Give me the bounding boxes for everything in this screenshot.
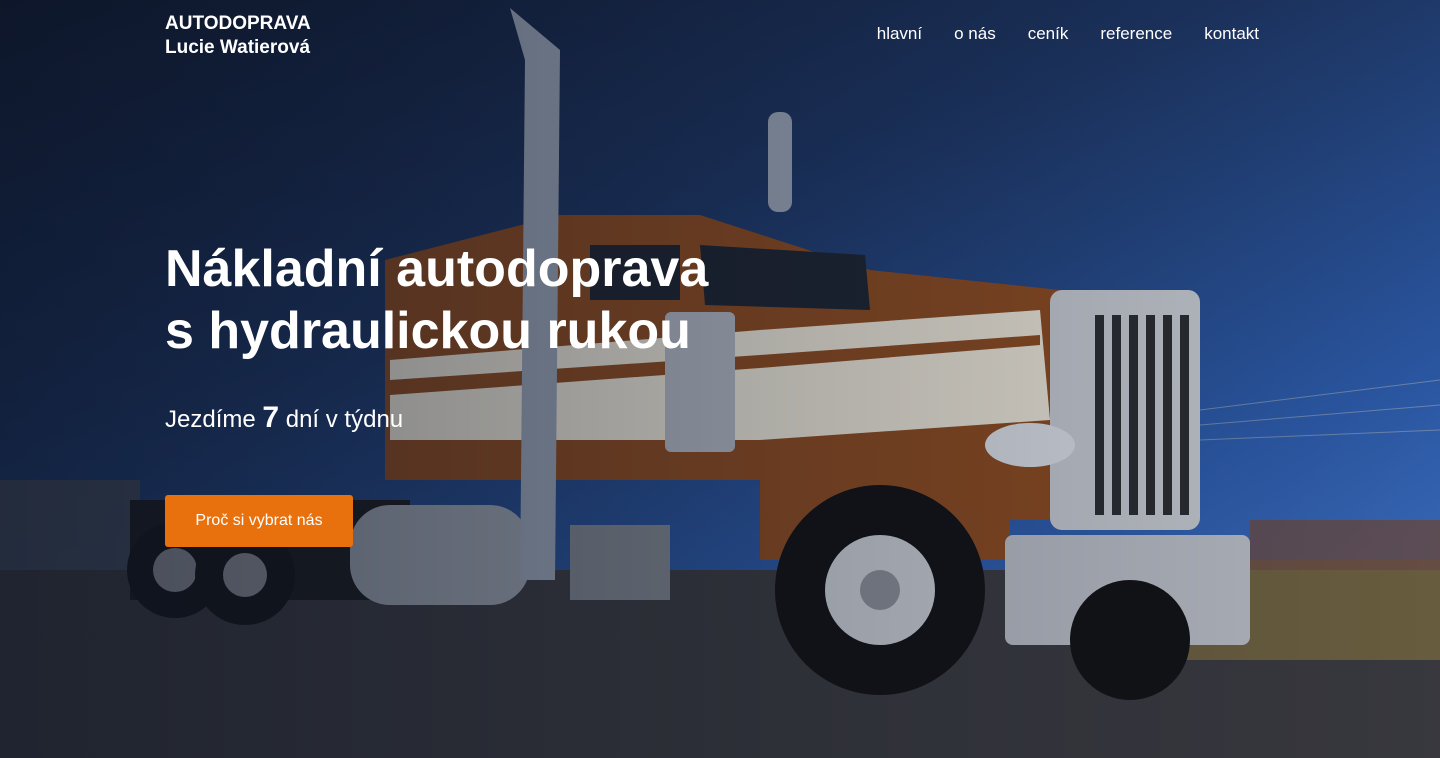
brand-line2: Lucie Watierová (165, 37, 311, 58)
subtitle-prefix: Jezdíme (165, 406, 256, 433)
site-header: AUTODOPRAVA Lucie Watierová hlavní o nás… (0, 0, 1440, 70)
nav-item-kontakt[interactable]: kontakt (1204, 22, 1259, 46)
hero-content: Nákladní autodoprava s hydraulickou ruko… (165, 238, 865, 436)
brand-logo[interactable]: AUTODOPRAVA Lucie Watierová (165, 12, 311, 60)
main-nav: hlavní o nás ceník reference kontakt (877, 22, 1259, 46)
hero-section: AUTODOPRAVA Lucie Watierová hlavní o nás… (0, 0, 1440, 758)
nav-item-hlavni[interactable]: hlavní (877, 22, 922, 46)
hero-subtitle: Jezdíme 7 dní v týdnu (165, 402, 865, 436)
hero-title-line1: Nákladní autodoprava (165, 240, 709, 298)
subtitle-suffix: dní v týdnu (285, 406, 404, 433)
subtitle-number: 7 (262, 401, 280, 434)
nav-item-o-nas[interactable]: o nás (954, 22, 996, 46)
hero-title-line2: s hydraulickou rukou (165, 302, 691, 360)
nav-item-reference[interactable]: reference (1100, 22, 1172, 46)
hero-title: Nákladní autodoprava s hydraulickou ruko… (165, 238, 865, 362)
why-choose-us-button[interactable]: Proč si vybrat nás (165, 495, 353, 547)
brand-line1: AUTODOPRAVA (165, 13, 311, 34)
nav-item-cenik[interactable]: ceník (1028, 22, 1069, 46)
